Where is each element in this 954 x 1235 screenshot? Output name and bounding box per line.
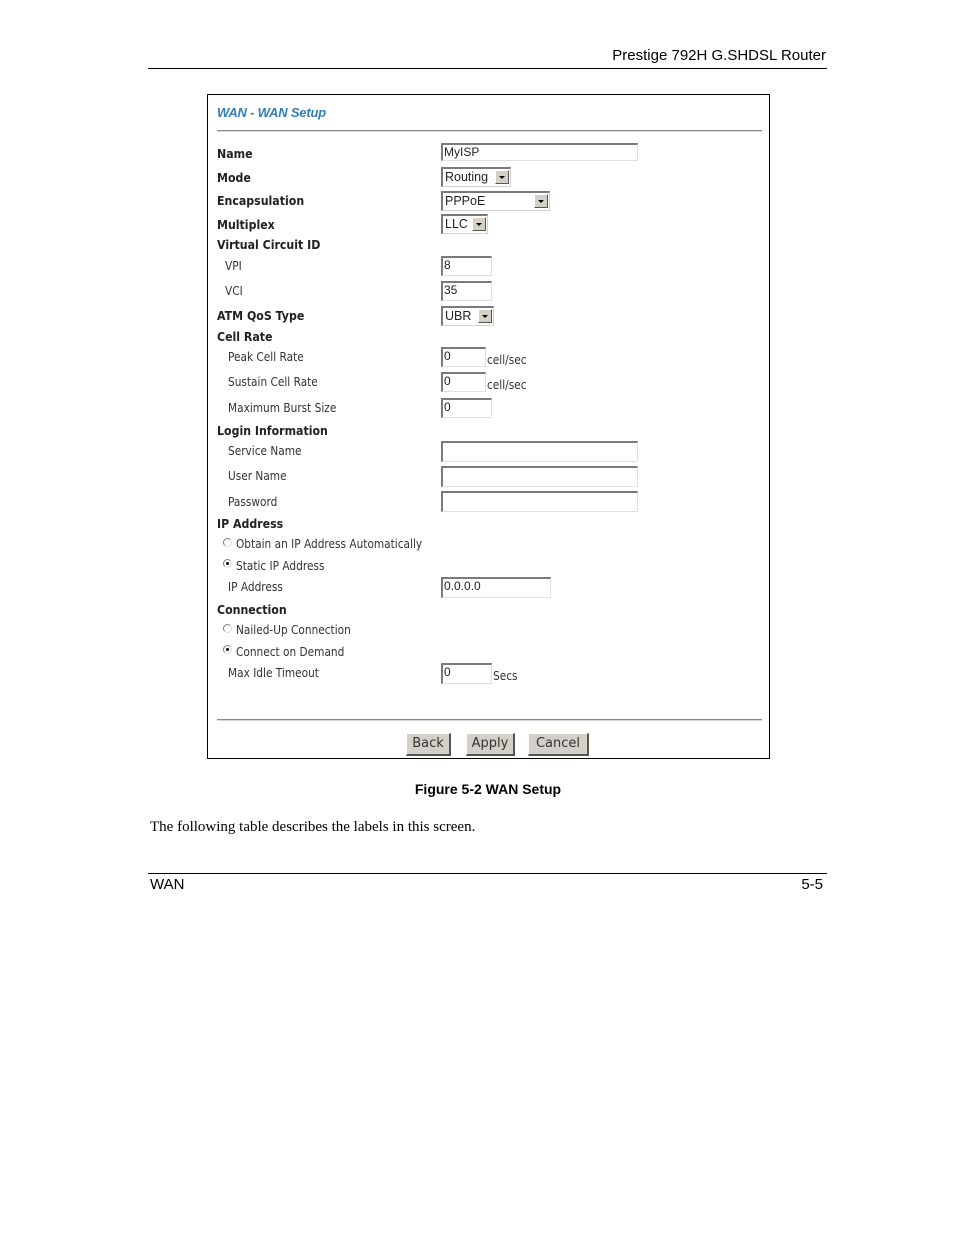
nailed-up-label: Nailed-Up Connection — [236, 623, 351, 637]
footer-chapter: WAN — [150, 876, 185, 893]
mode-select[interactable]: Routing — [441, 167, 511, 187]
max-idle-timeout-label: Max Idle Timeout — [228, 666, 319, 680]
wan-setup-screenshot: WAN - WAN Setup Name MyISP Mode Routing … — [207, 94, 770, 759]
ip-address-label: IP Address — [228, 580, 283, 594]
mode-label: Mode — [217, 170, 251, 185]
buttons-divider — [217, 719, 762, 721]
vpi-label: VPI — [225, 259, 242, 273]
user-name-input[interactable] — [441, 466, 638, 487]
static-ip-radio[interactable] — [223, 559, 232, 568]
peak-cell-rate-unit: cell/sec — [487, 353, 527, 367]
max-idle-timeout-unit: Secs — [493, 669, 518, 683]
max-burst-size-label: Maximum Burst Size — [228, 401, 337, 415]
multiplex-value: LLC — [445, 217, 468, 231]
atm-qos-select[interactable]: UBR — [441, 306, 494, 326]
sustain-cell-rate-unit: cell/sec — [487, 378, 527, 392]
login-info-heading: Login Information — [217, 423, 328, 438]
obtain-ip-auto-label: Obtain an IP Address Automatically — [236, 537, 423, 551]
multiplex-label: Multiplex — [217, 217, 275, 232]
apply-button[interactable]: Apply — [466, 733, 515, 756]
ip-address-input[interactable]: 0.0.0.0 — [441, 577, 551, 598]
figure-caption: Figure 5-2 WAN Setup — [414, 781, 562, 797]
max-idle-timeout-input[interactable]: 0 — [441, 663, 492, 684]
chevron-down-icon — [495, 170, 509, 184]
multiplex-select[interactable]: LLC — [441, 214, 488, 234]
cancel-button[interactable]: Cancel — [528, 733, 589, 756]
atm-qos-label: ATM QoS Type — [217, 308, 305, 323]
service-name-label: Service Name — [228, 444, 302, 458]
mode-value: Routing — [445, 170, 489, 184]
body-paragraph: The following table describes the labels… — [150, 819, 476, 835]
header-divider — [148, 68, 827, 69]
password-input[interactable] — [441, 491, 638, 512]
peak-cell-rate-label: Peak Cell Rate — [228, 350, 304, 364]
connect-on-demand-label: Connect on Demand — [236, 645, 345, 659]
user-name-label: User Name — [228, 469, 287, 483]
password-label: Password — [228, 495, 278, 509]
static-ip-label: Static IP Address — [236, 559, 325, 573]
atm-qos-value: UBR — [445, 309, 472, 323]
max-burst-size-input[interactable]: 0 — [441, 398, 492, 418]
peak-cell-rate-input[interactable]: 0 — [441, 347, 486, 367]
back-button[interactable]: Back — [406, 733, 451, 756]
footer-divider — [148, 873, 827, 874]
encapsulation-select[interactable]: PPPoE — [441, 191, 550, 211]
document-header-title: Prestige 792H G.SHDSL Router — [612, 47, 826, 64]
form-title: WAN - WAN Setup — [217, 105, 326, 120]
nailed-up-radio[interactable] — [223, 624, 232, 633]
chevron-down-icon — [472, 217, 486, 231]
cell-rate-heading: Cell Rate — [217, 329, 273, 344]
vci-input[interactable]: 35 — [441, 281, 492, 301]
vci-label: VCI — [225, 284, 243, 298]
name-label: Name — [217, 146, 253, 161]
chevron-down-icon — [534, 194, 548, 208]
connect-on-demand-radio[interactable] — [223, 645, 232, 654]
obtain-ip-auto-radio[interactable] — [223, 538, 232, 547]
encapsulation-label: Encapsulation — [217, 193, 305, 208]
encapsulation-value: PPPoE — [445, 194, 486, 208]
name-input[interactable]: MyISP — [441, 143, 638, 161]
sustain-cell-rate-label: Sustain Cell Rate — [228, 375, 318, 389]
connection-heading: Connection — [217, 602, 287, 617]
ip-address-heading: IP Address — [217, 516, 284, 531]
vpi-input[interactable]: 8 — [441, 256, 492, 276]
chevron-down-icon — [478, 309, 492, 323]
virtual-circuit-heading: Virtual Circuit ID — [217, 237, 321, 252]
service-name-input[interactable] — [441, 441, 638, 462]
title-divider — [217, 130, 762, 132]
footer-page-number: 5-5 — [801, 876, 823, 893]
sustain-cell-rate-input[interactable]: 0 — [441, 372, 486, 392]
